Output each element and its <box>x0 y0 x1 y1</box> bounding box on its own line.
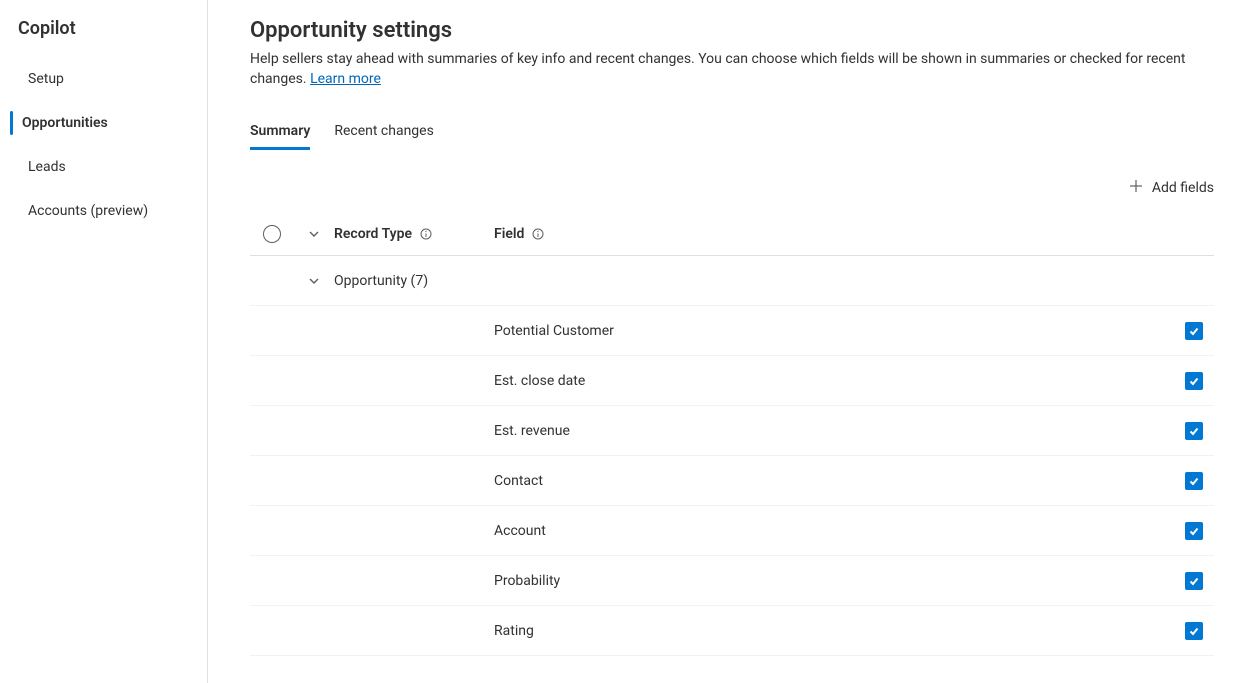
sidebar-item-label: Opportunities <box>22 115 108 131</box>
field-name: Est. revenue <box>494 423 1174 439</box>
column-label: Record Type <box>334 226 412 242</box>
sidebar-item-leads[interactable]: Leads <box>0 145 207 189</box>
row-checkbox[interactable] <box>1185 322 1203 340</box>
checkmark-icon <box>1188 325 1200 337</box>
column-record-type[interactable]: Record Type <box>334 226 494 242</box>
page-title: Opportunity settings <box>250 18 1214 43</box>
tab-summary[interactable]: Summary <box>250 117 310 150</box>
table-row[interactable]: Account <box>250 506 1214 556</box>
table-row[interactable]: Rating <box>250 606 1214 656</box>
chevron-down-icon <box>308 275 320 287</box>
table-header: Record Type Field <box>250 212 1214 256</box>
sidebar-item-accounts[interactable]: Accounts (preview) <box>0 189 207 233</box>
group-row[interactable]: Opportunity (7) <box>250 256 1214 306</box>
sidebar-item-label: Leads <box>28 159 66 175</box>
sidebar-title: Copilot <box>0 18 207 57</box>
tab-label: Recent changes <box>334 123 433 139</box>
table-row[interactable]: Est. close date <box>250 356 1214 406</box>
page-description-text: Help sellers stay ahead with summaries o… <box>250 51 1185 87</box>
main-content: Opportunity settings Help sellers stay a… <box>208 0 1256 683</box>
table-row[interactable]: Contact <box>250 456 1214 506</box>
row-checkbox[interactable] <box>1185 422 1203 440</box>
field-name: Account <box>494 523 1174 539</box>
column-field[interactable]: Field <box>494 226 1174 242</box>
sidebar-item-label: Accounts (preview) <box>28 203 148 219</box>
column-label: Field <box>494 226 524 242</box>
radio-icon <box>263 225 281 243</box>
learn-more-link[interactable]: Learn more <box>310 71 381 87</box>
chevron-down-icon <box>308 228 320 240</box>
info-icon[interactable] <box>420 228 432 240</box>
field-name: Rating <box>494 623 1174 639</box>
plus-icon <box>1128 178 1144 198</box>
header-expand[interactable] <box>294 228 334 240</box>
add-fields-label: Add fields <box>1152 180 1214 196</box>
tab-label: Summary <box>250 123 310 139</box>
row-checkbox[interactable] <box>1185 472 1203 490</box>
checkmark-icon <box>1188 425 1200 437</box>
checkmark-icon <box>1188 625 1200 637</box>
table-row[interactable]: Probability <box>250 556 1214 606</box>
tab-recent-changes[interactable]: Recent changes <box>334 117 433 150</box>
toolbar: Add fields <box>250 150 1214 212</box>
table-row[interactable]: Est. revenue <box>250 406 1214 456</box>
row-checkbox[interactable] <box>1185 372 1203 390</box>
row-checkbox[interactable] <box>1185 572 1203 590</box>
table-row[interactable]: Potential Customer <box>250 306 1214 356</box>
add-fields-button[interactable]: Add fields <box>1128 178 1214 198</box>
field-name: Contact <box>494 473 1174 489</box>
fields-table: Record Type Field <box>250 212 1214 656</box>
row-checkbox[interactable] <box>1185 522 1203 540</box>
tabs: Summary Recent changes <box>250 117 1214 150</box>
header-select-all[interactable] <box>250 225 294 243</box>
group-expand[interactable] <box>294 275 334 287</box>
checkmark-icon <box>1188 525 1200 537</box>
checkmark-icon <box>1188 575 1200 587</box>
sidebar-item-opportunities[interactable]: Opportunities <box>0 101 207 145</box>
checkmark-icon <box>1188 475 1200 487</box>
field-name: Est. close date <box>494 373 1174 389</box>
page-description: Help sellers stay ahead with summaries o… <box>250 49 1214 89</box>
row-checkbox[interactable] <box>1185 622 1203 640</box>
sidebar: Copilot Setup Opportunities Leads Accoun… <box>0 0 208 683</box>
sidebar-item-setup[interactable]: Setup <box>0 57 207 101</box>
sidebar-item-label: Setup <box>28 71 64 87</box>
field-name: Potential Customer <box>494 323 1174 339</box>
field-name: Probability <box>494 573 1174 589</box>
info-icon[interactable] <box>532 228 544 240</box>
group-label: Opportunity (7) <box>334 273 494 289</box>
checkmark-icon <box>1188 375 1200 387</box>
